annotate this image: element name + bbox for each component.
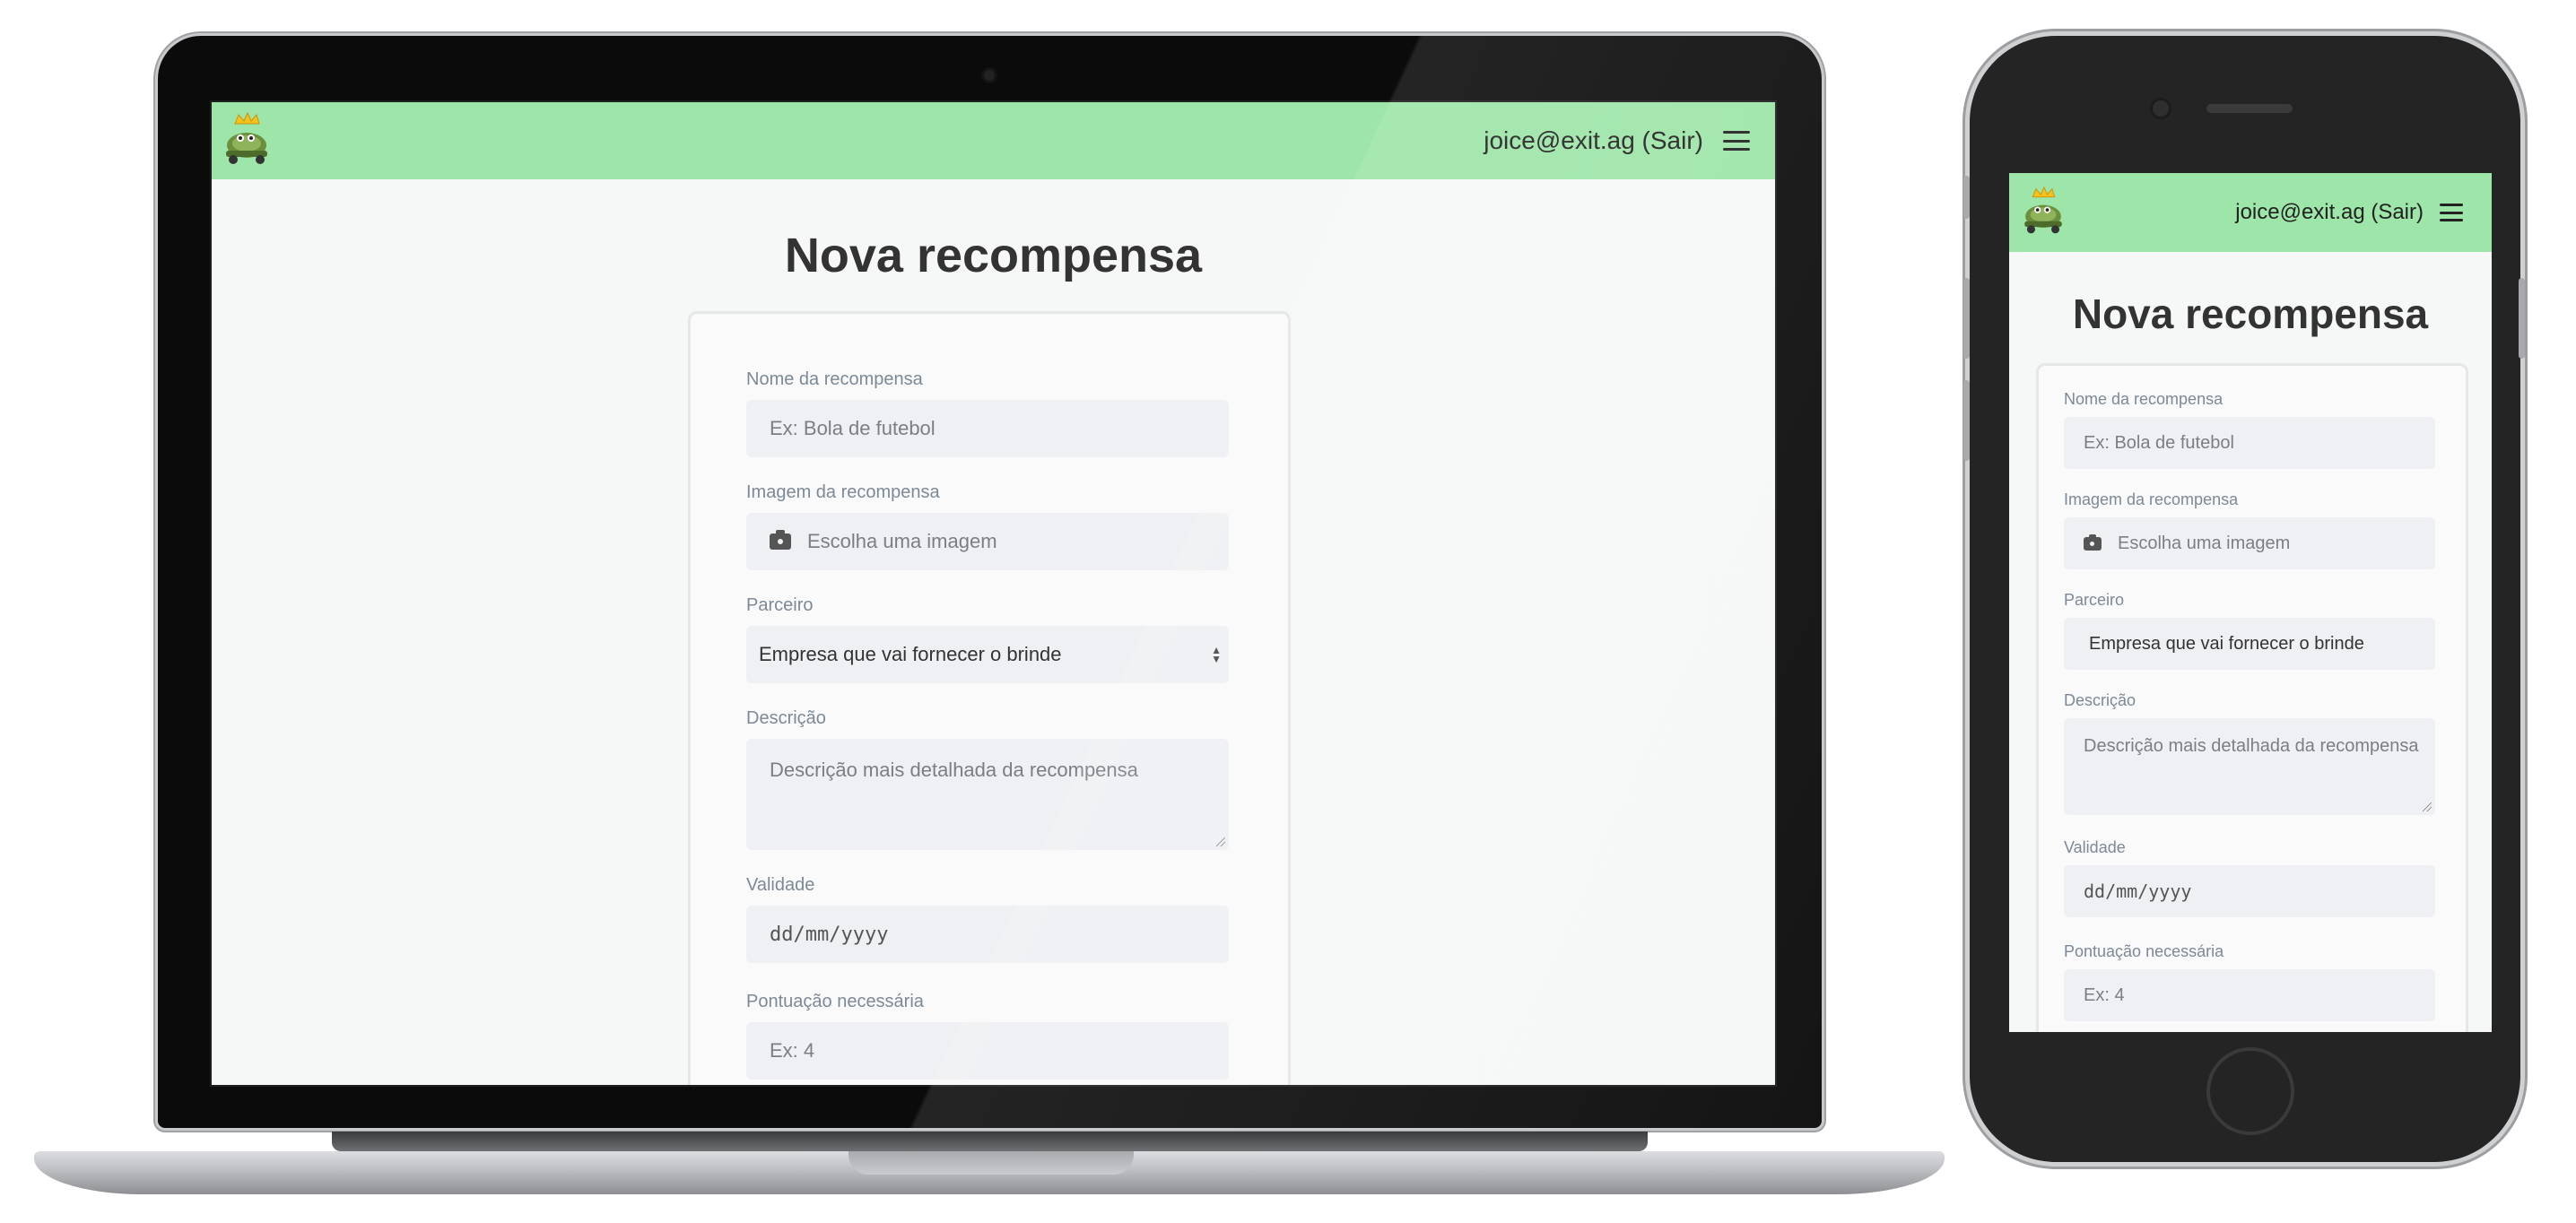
user-logout-link[interactable]: joice@exit.ag (Sair) [2235, 200, 2424, 225]
description-label: Descrição [2064, 691, 2137, 709]
points-input[interactable]: Ex: 4 [746, 1022, 1229, 1080]
description-label: Descrição [746, 708, 826, 728]
laptop-hinge [332, 1132, 1648, 1151]
validity-date-input[interactable]: dd/mm/yyyy [746, 906, 1229, 963]
laptop-opening-notch [849, 1151, 1134, 1175]
page-title: Nova recompensa [2072, 291, 2429, 337]
hamburger-menu-icon[interactable] [2440, 204, 2463, 221]
description-textarea[interactable]: Descrição mais detalhada da recompensa [746, 739, 1229, 850]
phone-mute-switch [1963, 176, 1970, 219]
points-label: Pontuação necessária [746, 992, 924, 1011]
points-input[interactable]: Ex: 4 [2064, 969, 2435, 1021]
app-header: joice@exit.ag (Sair) [2009, 173, 2492, 252]
hamburger-menu-icon[interactable] [1723, 131, 1750, 151]
image-upload-button[interactable]: Escolha uma imagem [746, 513, 1229, 570]
phone-power-button [2519, 278, 2525, 359]
laptop-screen: joice@exit.ag (Sair) Nova recompensa Nom… [210, 100, 1777, 1087]
user-logout-link[interactable]: joice@exit.ag (Sair) [1484, 126, 1703, 155]
partner-label: Parceiro [2064, 591, 2125, 609]
app-header: joice@exit.ag (Sair) [212, 102, 1775, 179]
image-label: Imagem da recompensa [746, 482, 940, 502]
description-textarea[interactable]: Descrição mais detalhada da recompensa [2064, 718, 2435, 815]
name-input[interactable]: Ex: Bola de futebol [2064, 417, 2435, 469]
partner-select[interactable]: Empresa que vai fornecer o brinde [2064, 618, 2435, 670]
phone-home-button[interactable] [2206, 1047, 2294, 1135]
turtle-king-logo-icon[interactable] [219, 111, 274, 171]
validity-date-input[interactable]: dd/mm/yyyy [2064, 865, 2435, 917]
camera-icon [2084, 533, 2102, 551]
phone-volume-down [1963, 380, 1970, 461]
page-title: Nova recompensa [784, 229, 1203, 282]
phone-front-camera [2153, 100, 2169, 117]
validity-label: Validade [746, 875, 815, 895]
partner-select-value: Empresa que vai fornecer o brinde [759, 643, 1062, 665]
image-label: Imagem da recompensa [2064, 490, 2239, 508]
phone-volume-up [1963, 278, 1970, 359]
image-upload-label: Escolha uma imagem [2118, 533, 2291, 553]
select-arrows-icon: ▲ ▼ [1211, 644, 1222, 665]
description-placeholder: Descrição mais detalhada da recompensa [2084, 736, 2419, 756]
description-placeholder: Descrição mais detalhada da recompensa [770, 759, 1138, 781]
name-input[interactable]: Ex: Bola de futebol [746, 400, 1229, 457]
resize-grip-icon[interactable] [2423, 802, 2432, 811]
resize-grip-icon[interactable] [1216, 837, 1225, 846]
name-label: Nome da recompensa [746, 369, 923, 389]
phone-screen: joice@exit.ag (Sair) Nova recompensa Nom… [2009, 173, 2492, 1032]
partner-label: Parceiro [746, 595, 814, 615]
laptop-camera [984, 70, 995, 81]
camera-icon [770, 530, 791, 550]
phone-speaker [2206, 104, 2293, 113]
turtle-king-logo-icon[interactable] [2018, 186, 2068, 240]
image-upload-button[interactable]: Escolha uma imagem [2064, 517, 2435, 569]
partner-select-value: Empresa que vai fornecer o brinde [2089, 633, 2364, 654]
validity-label: Validade [2064, 838, 2126, 856]
name-label: Nome da recompensa [2064, 390, 2224, 408]
image-upload-label: Escolha uma imagem [807, 530, 997, 552]
points-label: Pontuação necessária [2064, 942, 2224, 960]
partner-select[interactable]: Empresa que vai fornecer o brinde ▲ ▼ [746, 626, 1229, 683]
